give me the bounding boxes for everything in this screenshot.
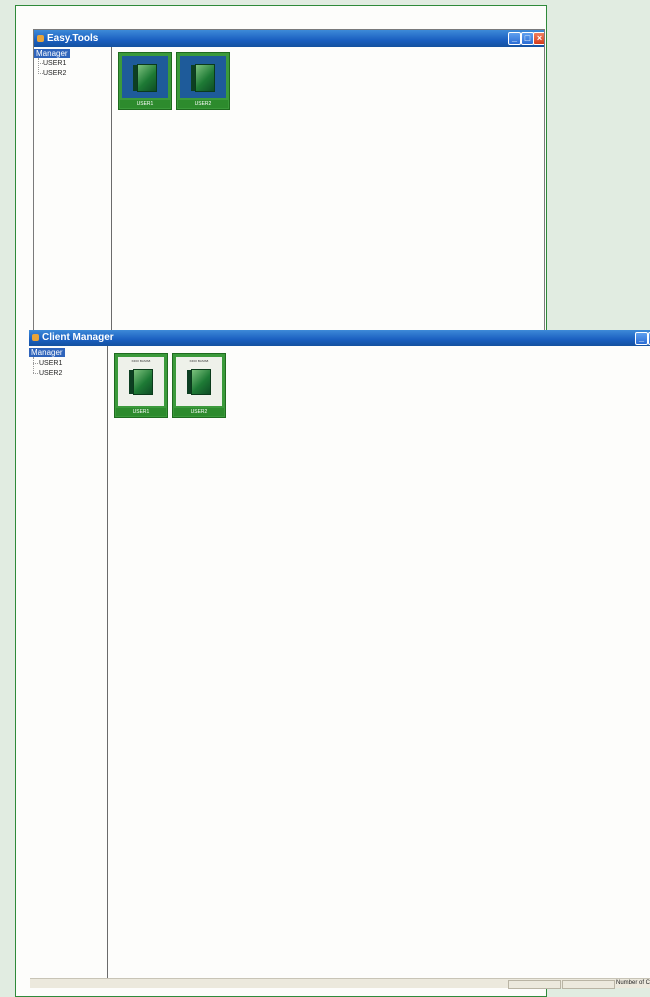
tile-preview: [122, 56, 168, 98]
tree-item-user1[interactable]: USER1: [43, 59, 66, 68]
close-button[interactable]: ×: [533, 32, 544, 45]
tile-label: USER1: [120, 100, 170, 108]
user-tile[interactable]: USER1: [118, 52, 172, 110]
maximize-icon: □: [524, 33, 531, 43]
user-tile[interactable]: KIDO BASIS8 USER2: [172, 353, 226, 418]
tile-heading: KIDO BASIS8: [131, 359, 151, 363]
pane-divider[interactable]: [111, 47, 112, 332]
tree-pane: Manager USER1 USER2: [29, 346, 107, 978]
client-manager-window: Client Manager _ □ Manager USER1 USER2 K…: [29, 330, 650, 987]
tree-item-user2[interactable]: USER2: [43, 69, 66, 78]
software-box-icon: [133, 369, 153, 395]
easy-tools-titlebar[interactable]: Easy.Tools _ □ ×: [34, 30, 544, 47]
tree-item-user2[interactable]: USER2: [39, 369, 62, 378]
tree-root-manager[interactable]: Manager: [29, 348, 65, 357]
easy-tools-window: Easy.Tools _ □ × Manager USER1 USER2 USE…: [33, 29, 545, 333]
software-box-icon: [195, 64, 215, 92]
minimize-button[interactable]: _: [508, 32, 521, 45]
tile-label: USER2: [178, 100, 228, 108]
pane-divider[interactable]: [107, 346, 108, 987]
tile-label: USER1: [116, 408, 166, 416]
minimize-icon: _: [511, 33, 517, 43]
software-box-icon: [137, 64, 157, 92]
tree-root-manager[interactable]: Manager: [34, 49, 70, 58]
tile-heading: KIDO BASIS8: [189, 359, 209, 363]
app-icon: [37, 35, 44, 42]
tile-preview: KIDO BASIS8: [118, 357, 164, 406]
window-title: Client Manager: [42, 332, 114, 343]
status-cell: [508, 980, 561, 989]
client-manager-titlebar[interactable]: Client Manager _ □: [29, 330, 650, 346]
user-tile[interactable]: KIDO BASIS8 USER1: [114, 353, 168, 418]
close-icon: ×: [536, 33, 543, 43]
status-cell: [562, 980, 615, 989]
tile-preview: [180, 56, 226, 98]
minimize-button[interactable]: _: [635, 332, 648, 345]
user-tile[interactable]: USER2: [176, 52, 230, 110]
window-title: Easy.Tools: [47, 33, 99, 44]
tree-item-user1[interactable]: USER1: [39, 359, 62, 368]
minimize-icon: _: [638, 333, 644, 343]
app-icon: [32, 334, 39, 341]
tile-label: USER2: [174, 408, 224, 416]
software-box-icon: [191, 369, 211, 395]
tree-pane: Manager USER1 USER2: [34, 47, 111, 332]
tile-preview: KIDO BASIS8: [176, 357, 222, 406]
